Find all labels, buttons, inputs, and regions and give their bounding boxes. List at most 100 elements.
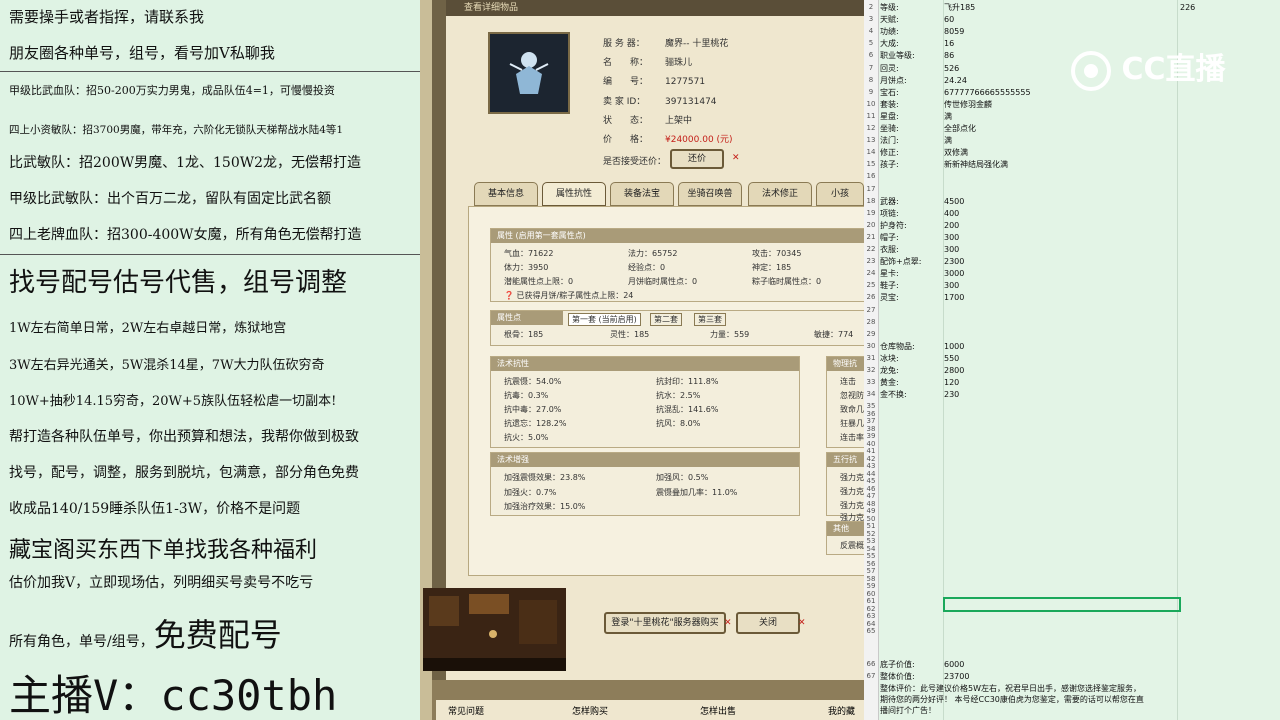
sheet-row[interactable]: 24 星卡: 3000 bbox=[864, 269, 1280, 278]
close-x-icon: ✕ bbox=[732, 153, 740, 163]
sheet-cell: 30 bbox=[866, 341, 876, 350]
close-button[interactable]: 关闭 bbox=[736, 612, 800, 634]
sheet-row[interactable]: 13 法门: 满 bbox=[864, 136, 1280, 145]
sheet-cell: 23 bbox=[866, 257, 876, 266]
nav-how-to-sell[interactable]: 怎样出售 bbox=[700, 704, 736, 717]
points-subtab-3[interactable]: 第三套 bbox=[694, 313, 726, 326]
character-figure-icon bbox=[509, 52, 549, 94]
sheet-row[interactable]: 26 灵宝: 1700 bbox=[864, 293, 1280, 302]
sheet-cell: 13 bbox=[866, 136, 876, 145]
promo-line: 朋友圈各种单号，组号，看号加V私聊我 bbox=[9, 44, 275, 62]
sheet-cell: 宝石: bbox=[880, 87, 899, 97]
sheet-row[interactable]: 33 黄金: 120 bbox=[864, 378, 1280, 387]
sheet-row[interactable]: 16 bbox=[864, 172, 1280, 181]
sheet-row[interactable]: 28 bbox=[864, 318, 1280, 327]
tab-mount-pet[interactable]: 坐骑召唤兽 bbox=[678, 182, 742, 206]
tab-child[interactable]: 小孩 bbox=[816, 182, 864, 206]
promo-line: 收成品140/159睡杀队伍1-3W，价格不是问题 bbox=[9, 501, 301, 517]
sheet-row[interactable]: 25 鞋子: 300 bbox=[864, 281, 1280, 290]
sheet-row[interactable]: 11 星盘: 满 bbox=[864, 112, 1280, 121]
sheet-cell: 300 bbox=[944, 281, 960, 291]
tab-equipment[interactable]: 装备法宝 bbox=[610, 182, 674, 206]
server-value: 魔界-- 十里桃花 bbox=[665, 39, 729, 49]
sheet-cell: 大成: bbox=[880, 39, 899, 49]
sheet-row[interactable]: 2 等级: 飞升185 226 bbox=[864, 3, 1280, 12]
sheet-row[interactable]: 15 孩子: 新新神结局强化满 bbox=[864, 160, 1280, 169]
promo-line: 帮打造各种队伍单号，你出预算和想法，我帮你做到极致 bbox=[9, 429, 359, 445]
sheet-row[interactable]: 12 坐骑: 全部点化 bbox=[864, 124, 1280, 133]
sheet-row[interactable]: 29 bbox=[864, 330, 1280, 339]
seller-value: 397131474 bbox=[665, 97, 717, 107]
bargain-button[interactable]: 还价 bbox=[670, 149, 724, 169]
sheet-row[interactable]: 22 衣服: 300 bbox=[864, 245, 1280, 254]
sheet-cell: 25 bbox=[866, 281, 876, 290]
close-x-icon: ✕ bbox=[724, 618, 732, 628]
sheet-cell: 66 bbox=[866, 660, 876, 668]
sheet-cell: 项链: bbox=[880, 208, 899, 218]
sheet-cell: 34 bbox=[866, 390, 876, 399]
sheet-row[interactable]: 31 冰块: 550 bbox=[864, 354, 1280, 363]
sheet-row[interactable]: 66 底子价值: 6000 bbox=[864, 660, 1280, 669]
points-cell: 灵性：185 bbox=[610, 330, 650, 339]
tab-spell-correction[interactable]: 法术修正 bbox=[748, 182, 812, 206]
sheet-cell: 帽子: bbox=[880, 232, 899, 242]
server-label: 服 务 器： bbox=[603, 39, 645, 49]
sheet-row[interactable]: 10 套装: 传世修羽金麟 bbox=[864, 100, 1280, 109]
sheet-row[interactable]: 19 项链: 400 bbox=[864, 209, 1280, 218]
tab-basic-info[interactable]: 基本信息 bbox=[474, 182, 538, 206]
sheet-row[interactable]: 4 功绩: 8059 bbox=[864, 27, 1280, 36]
points-subtab-1[interactable]: 第一套 (当前启用) bbox=[568, 313, 641, 326]
selected-cell[interactable] bbox=[943, 597, 1181, 612]
sheet-cell: 满 bbox=[944, 111, 952, 121]
promo-line: 需要操手或者指挥，请联系我 bbox=[9, 8, 205, 26]
sheet-cell: 4 bbox=[868, 27, 874, 36]
sheet-row[interactable]: 3 天赋: 60 bbox=[864, 15, 1280, 24]
sheet-row[interactable]: 21 帽子: 300 bbox=[864, 233, 1280, 242]
sheet-row[interactable]: 14 修正: 双修满 bbox=[864, 148, 1280, 157]
sheet-cell: 双修满 bbox=[944, 148, 968, 158]
sheet-row[interactable]: 23 配饰+点翠: 2300 bbox=[864, 257, 1280, 266]
login-server-buy-button[interactable]: 登录"十里桃花"服务器购买 bbox=[604, 612, 726, 634]
sheet-cell: 龙兔: bbox=[880, 366, 899, 375]
sheet-cell: 等级: bbox=[880, 3, 899, 12]
sheet-row[interactable]: 34 金不换: 230 bbox=[864, 390, 1280, 399]
sheet-cell: 200 bbox=[944, 220, 960, 230]
side-cell: 致命几 bbox=[840, 405, 864, 414]
sheet-cell: 衣服: bbox=[880, 245, 899, 254]
sheet-cell: 27 bbox=[866, 305, 876, 314]
points-subtab-2[interactable]: 第二套 bbox=[650, 313, 682, 326]
sheet-row[interactable]: 30 仓库物品: 1000 bbox=[864, 342, 1280, 351]
sheet-row[interactable]: 67 整体价值: 23700 bbox=[864, 672, 1280, 681]
sheet-cell: 鞋子: bbox=[880, 281, 899, 291]
sheet-row[interactable]: 20 护身符: 200 bbox=[864, 221, 1280, 230]
nav-faq[interactable]: 常见问题 bbox=[448, 704, 484, 717]
sheet-cell: 冰块: bbox=[880, 353, 899, 363]
resist-cell: 抗水：2.5% bbox=[656, 391, 701, 400]
tab-attributes[interactable]: 属性抗性 bbox=[542, 182, 606, 206]
bargain-label: 是否接受还价： bbox=[603, 157, 667, 167]
sheet-cell: 60 bbox=[944, 15, 955, 25]
name-value: 骊珠儿 bbox=[665, 58, 693, 68]
sheet-cell: 灵宝: bbox=[880, 293, 899, 303]
promo-line: 甲级比武敏队：出个百万二龙，留队有固定比武名额 bbox=[9, 191, 331, 207]
sheet-row[interactable]: 17 bbox=[864, 185, 1280, 194]
sheet-row[interactable]: 18 武器: 4500 bbox=[864, 197, 1280, 206]
nav-how-to-buy[interactable]: 怎样购买 bbox=[572, 704, 608, 717]
sheet-row[interactable]: 32 龙兔: 2800 bbox=[864, 366, 1280, 375]
attr-cell: 法力：65752 bbox=[628, 249, 678, 258]
sheet-cell: 15 bbox=[866, 160, 876, 169]
sheet-cell: 17 bbox=[866, 184, 876, 193]
nav-my-items[interactable]: 我的藏 bbox=[828, 704, 855, 717]
sheet-cell: 传世修羽金麟 bbox=[944, 99, 992, 109]
side-cell: 强力克 bbox=[840, 501, 864, 510]
cc-logo-text: CC直播 bbox=[1121, 52, 1226, 87]
promo-line: 四上小资敏队：招3700男魔，带年充，六阶化无锁队天梯帮战水陆4等1 bbox=[9, 124, 344, 136]
spreadsheet: 2 等级: 飞升185 226 3 天赋: 60 4 功绩: 8059 5 大成: 16 6 职业等级: 86… bbox=[864, 0, 1280, 720]
sheet-row[interactable]: 27 bbox=[864, 306, 1280, 315]
sheet-cell: 19 bbox=[866, 208, 876, 217]
sheet-cell: 星盘: bbox=[880, 111, 899, 121]
sheet-cell: 26 bbox=[866, 293, 876, 302]
sheet-row[interactable]: 65 bbox=[864, 627, 1280, 636]
sheet-cell: 16 bbox=[944, 39, 955, 49]
sheet-cell: 23700 bbox=[944, 672, 970, 681]
